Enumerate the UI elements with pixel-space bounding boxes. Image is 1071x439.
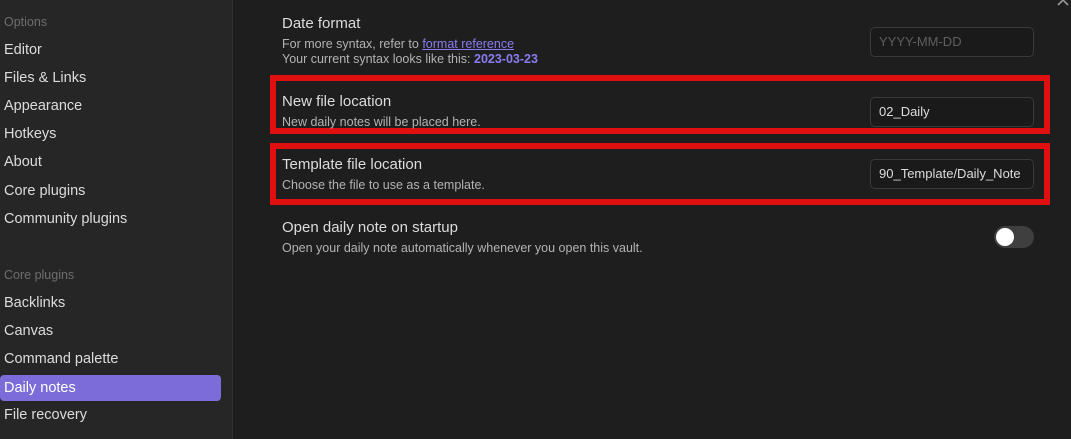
date-format-current-value: 2023-03-23: [474, 52, 538, 66]
options-section-title: Options: [4, 15, 48, 29]
settings-content: Date format For more syntax, refer to fo…: [234, 0, 1071, 439]
open-on-startup-title: Open daily note on startup: [282, 219, 458, 236]
sidebar-item-files-links[interactable]: Files & Links: [0, 65, 221, 91]
date-format-description: For more syntax, refer to format referen…: [282, 37, 538, 67]
format-reference-link[interactable]: format reference: [422, 37, 514, 51]
sidebar-item-hotkeys[interactable]: Hotkeys: [0, 121, 221, 147]
open-on-startup-toggle[interactable]: [994, 226, 1034, 248]
sidebar-item-community-plugins[interactable]: Community plugins: [0, 206, 221, 232]
date-format-input[interactable]: YYYY-MM-DD: [870, 27, 1034, 57]
settings-sidebar: Options Editor Files & Links Appearance …: [0, 0, 233, 439]
date-format-desc-line2: Your current syntax looks like this:: [282, 52, 474, 66]
sidebar-item-backlinks[interactable]: Backlinks: [0, 290, 221, 316]
template-file-location-title: Template file location: [282, 156, 423, 173]
new-file-location-description: New daily notes will be placed here.: [282, 115, 481, 129]
template-file-location-setting: Template file location Choose the file t…: [282, 156, 485, 193]
sidebar-item-editor[interactable]: Editor: [0, 37, 221, 63]
sidebar-item-file-recovery[interactable]: File recovery: [0, 402, 221, 428]
sidebar-item-daily-notes[interactable]: Daily notes: [0, 375, 221, 401]
close-icon[interactable]: [1057, 0, 1069, 6]
sidebar-item-canvas[interactable]: Canvas: [0, 318, 221, 344]
date-format-title: Date format: [282, 15, 361, 32]
date-format-setting: Date format For more syntax, refer to fo…: [282, 15, 538, 67]
open-on-startup-description: Open your daily note automatically whene…: [282, 241, 643, 255]
template-file-location-description: Choose the file to use as a template.: [282, 178, 485, 192]
open-on-startup-setting: Open daily note on startup Open your dai…: [282, 219, 643, 256]
template-file-location-input[interactable]: 90_Template/Daily_Note: [870, 159, 1034, 189]
new-file-location-input[interactable]: 02_Daily: [870, 97, 1034, 127]
date-format-desc-prefix: For more syntax, refer to: [282, 37, 423, 51]
toggle-knob: [996, 228, 1014, 246]
new-file-location-title: New file location: [282, 93, 392, 110]
sidebar-item-command-palette[interactable]: Command palette: [0, 346, 221, 372]
sidebar-item-about[interactable]: About: [0, 149, 221, 175]
new-file-location-setting: New file location New daily notes will b…: [282, 93, 481, 130]
sidebar-item-appearance[interactable]: Appearance: [0, 93, 221, 119]
core-plugins-section-title: Core plugins: [4, 268, 75, 282]
sidebar-item-core-plugins[interactable]: Core plugins: [0, 178, 221, 204]
